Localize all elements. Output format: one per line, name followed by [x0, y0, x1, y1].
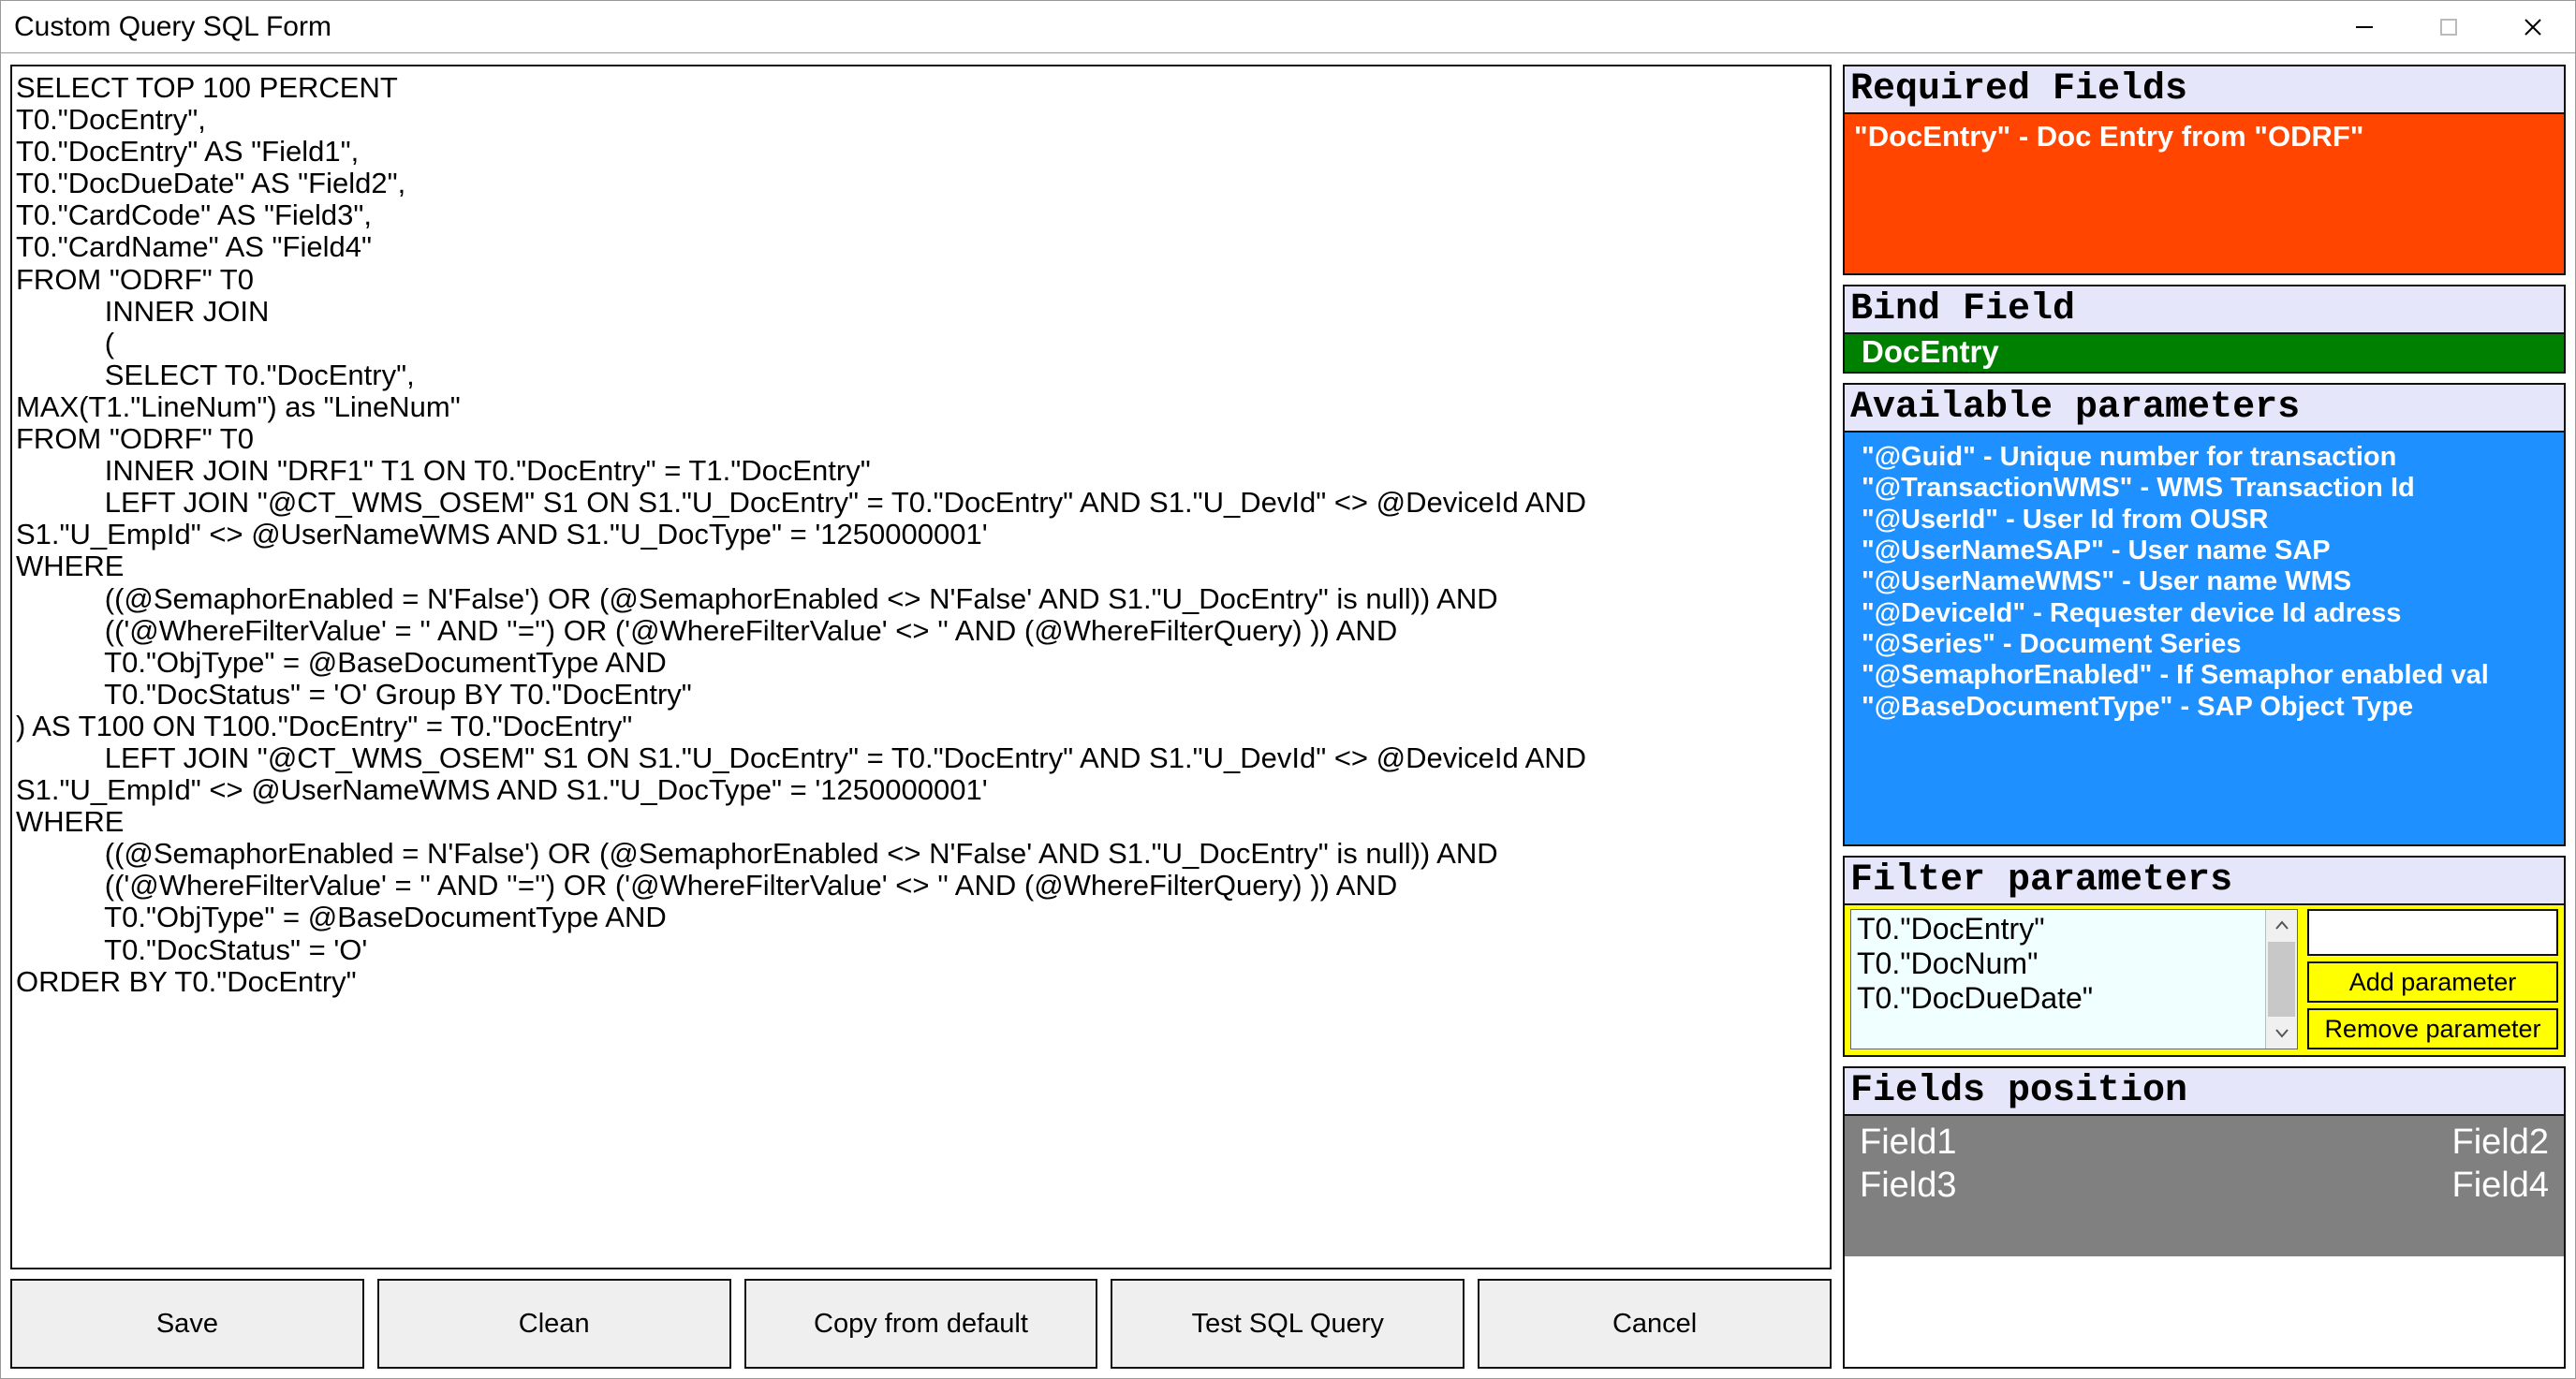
filter-parameters-body: T0."DocEntry" T0."DocNum" T0."DocDueDate… [1845, 905, 2564, 1055]
available-parameters-header: Available parameters [1845, 385, 2564, 433]
save-button[interactable]: Save [10, 1279, 364, 1369]
bind-field-body: DocEntry [1845, 334, 2564, 372]
scrollbar-thumb[interactable] [2268, 942, 2295, 1017]
window-controls [2322, 1, 2575, 52]
copy-from-default-button[interactable]: Copy from default [744, 1279, 1098, 1369]
window-frame: Custom Query SQL Form SELECT TOP 100 PER… [0, 0, 2576, 1379]
fields-position-body: Field1 Field3 Field2 Field4 [1845, 1116, 2564, 1256]
fields-position-left-column: Field1 Field3 [1860, 1122, 1957, 1251]
filter-options-list[interactable]: T0."DocEntry" T0."DocNum" T0."DocDueDate… [1850, 909, 2298, 1049]
minimize-button[interactable] [2322, 1, 2407, 52]
required-fields-body: "DocEntry" - Doc Entry from "ODRF" [1845, 114, 2564, 273]
bind-field-header: Bind Field [1845, 286, 2564, 334]
field-label: Field1 [1860, 1122, 1957, 1165]
filter-parameters-header: Filter parameters [1845, 858, 2564, 905]
available-parameters-panel: Available parameters "@Guid" - Unique nu… [1843, 383, 2566, 846]
button-row: Save Clean Copy from default Test SQL Qu… [10, 1279, 1832, 1369]
maximize-button[interactable] [2407, 1, 2491, 52]
right-column: Required Fields "DocEntry" - Doc Entry f… [1843, 65, 2566, 1369]
close-button[interactable] [2491, 1, 2575, 52]
window-title: Custom Query SQL Form [1, 11, 2322, 43]
clean-button[interactable]: Clean [377, 1279, 731, 1369]
filter-controls: Add parameter Remove parameter [2307, 909, 2558, 1049]
fields-position-right-column: Field2 Field4 [2452, 1122, 2550, 1251]
remove-parameter-button[interactable]: Remove parameter [2307, 1008, 2558, 1049]
filter-text-input[interactable] [2307, 909, 2558, 956]
cancel-button[interactable]: Cancel [1478, 1279, 1832, 1369]
filter-options-content: T0."DocEntry" T0."DocNum" T0."DocDueDate… [1851, 910, 2265, 1049]
field-label: Field4 [2452, 1165, 2550, 1208]
fields-position-panel: Fields position Field1 Field3 Field2 Fie… [1843, 1066, 2566, 1369]
required-fields-header: Required Fields [1845, 66, 2564, 114]
left-column: SELECT TOP 100 PERCENT T0."DocEntry", T0… [10, 65, 1832, 1369]
fields-position-header: Fields position [1845, 1068, 2564, 1116]
field-label: Field2 [2452, 1122, 2550, 1165]
filter-list-scrollbar[interactable] [2265, 910, 2297, 1049]
scroll-down-icon[interactable] [2266, 1019, 2297, 1049]
content-area: SELECT TOP 100 PERCENT T0."DocEntry", T0… [1, 53, 2575, 1378]
sql-editor[interactable]: SELECT TOP 100 PERCENT T0."DocEntry", T0… [10, 65, 1832, 1269]
available-parameters-body: "@Guid" - Unique number for transaction … [1845, 433, 2564, 844]
add-parameter-button[interactable]: Add parameter [2307, 961, 2558, 1003]
test-sql-query-button[interactable]: Test SQL Query [1111, 1279, 1465, 1369]
scroll-up-icon[interactable] [2266, 910, 2297, 940]
field-label: Field3 [1860, 1165, 1957, 1208]
required-fields-panel: Required Fields "DocEntry" - Doc Entry f… [1843, 65, 2566, 275]
title-bar: Custom Query SQL Form [1, 1, 2575, 53]
bind-field-panel: Bind Field DocEntry [1843, 285, 2566, 374]
filter-parameters-panel: Filter parameters T0."DocEntry" T0."DocN… [1843, 856, 2566, 1057]
